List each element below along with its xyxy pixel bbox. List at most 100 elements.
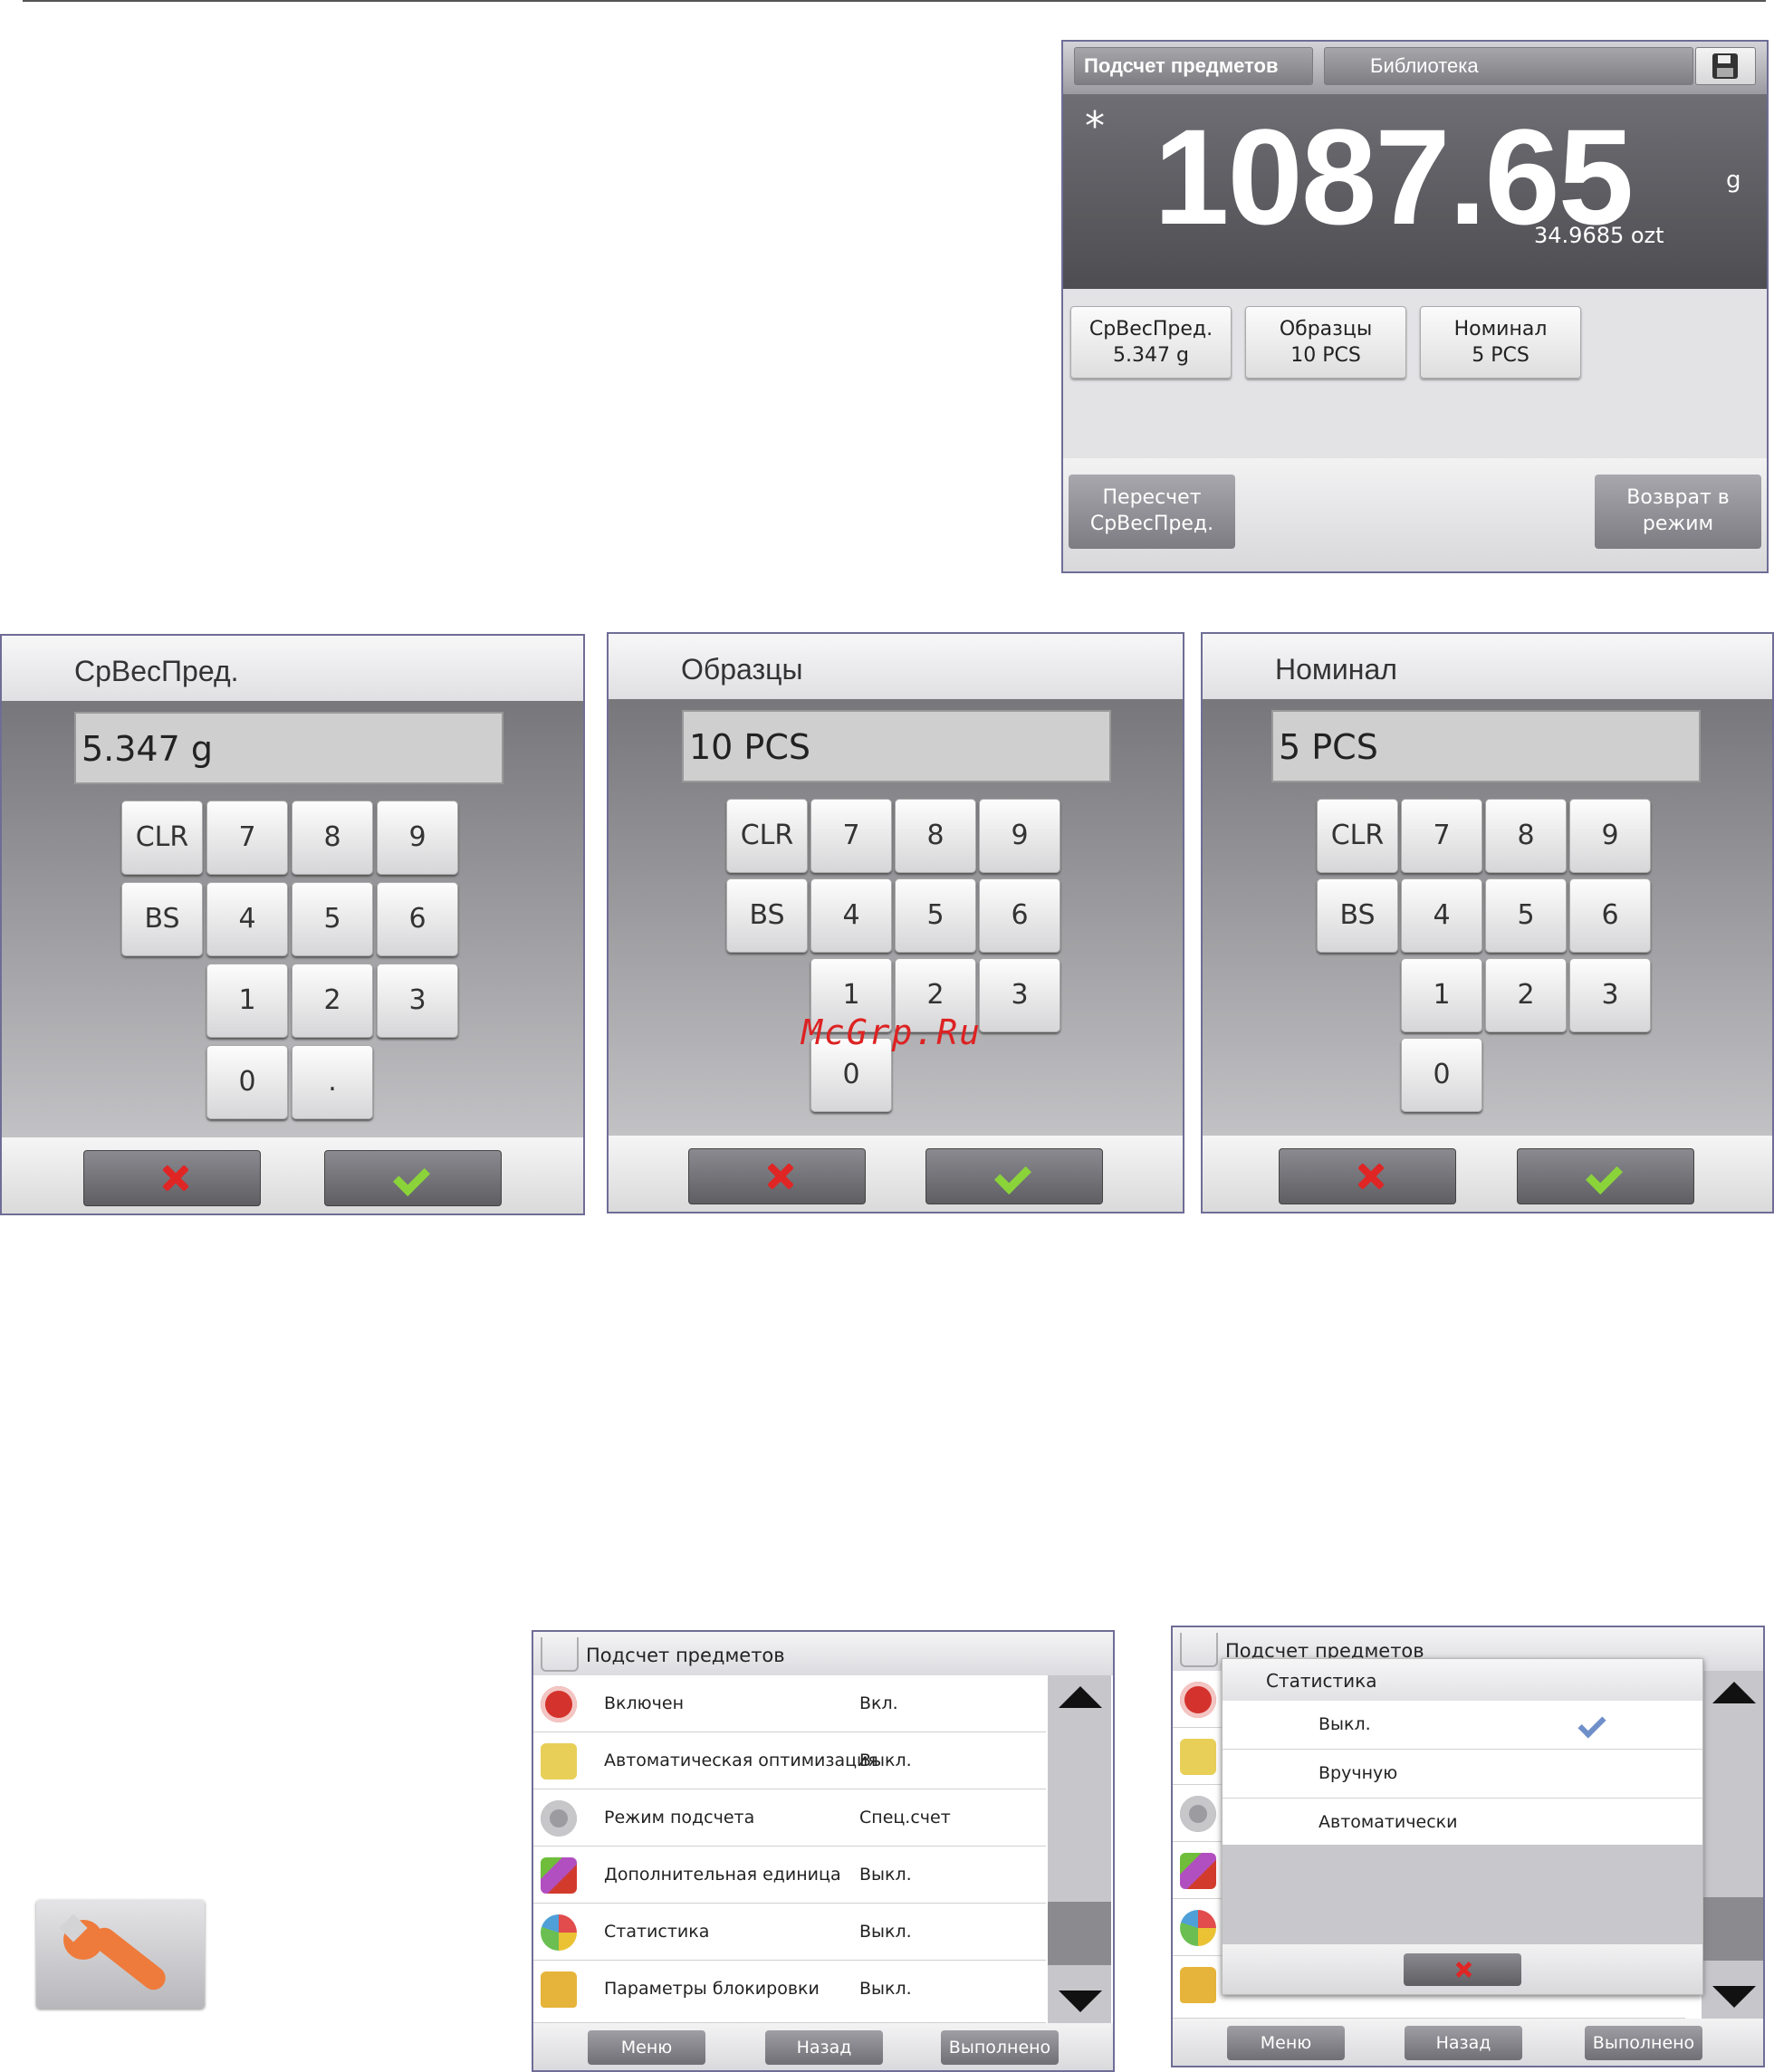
scroll-down-icon[interactable] [1059,1990,1102,2012]
checkmark-icon [993,1156,1032,1195]
apw-reference-button[interactable]: СрВесПред. 5.347 g [1070,306,1232,379]
key-bs[interactable]: BS [121,882,203,956]
menu-item-enabled[interactable]: Включен Вкл. [533,1675,1046,1732]
save-icon [1712,53,1738,79]
dialog-title: Номинал [1203,634,1772,699]
key-clr[interactable]: CLR [1317,799,1398,873]
confirm-button[interactable] [1517,1148,1694,1204]
key-clr[interactable]: CLR [726,799,808,873]
library-button[interactable]: Библиотека [1324,47,1693,85]
top-rule [23,0,1766,2]
return-to-mode-button[interactable]: Возврат в режим [1595,475,1761,549]
confirm-button[interactable] [324,1150,502,1206]
menu-item-statistics[interactable]: Статистика Выкл. [533,1904,1046,1961]
key-9[interactable]: 9 [979,799,1060,873]
menu-item-count-mode[interactable]: Режим подсчета Спец.счет предметов [533,1789,1046,1884]
key-8[interactable]: 8 [292,801,373,875]
samples-label: Образцы [1279,318,1373,341]
stability-indicator: * [1085,103,1105,149]
apw-label: СрВесПред. [1088,318,1213,341]
mode-button[interactable]: Подсчет предметов [1074,47,1313,85]
key-1[interactable]: 1 [1401,958,1482,1032]
done-button[interactable]: Выполнено [941,2030,1059,2065]
menu-item-extra-unit[interactable]: Дополнительная единица Выкл. [533,1847,1046,1904]
key-5[interactable]: 5 [1485,878,1567,953]
key-8[interactable]: 8 [895,799,976,873]
target-reference-button[interactable]: Номинал 5 PCS [1420,306,1581,379]
done-button[interactable]: Выполнено [1585,2026,1702,2060]
option-off[interactable]: Выкл. [1223,1701,1702,1750]
save-button[interactable] [1695,47,1756,85]
confirm-button[interactable] [925,1148,1103,1204]
option-automatic[interactable]: Автоматически [1223,1799,1702,1847]
key-5[interactable]: 5 [292,882,373,956]
menu-button[interactable]: Меню [1227,2026,1345,2060]
menu-button[interactable]: Меню [588,2030,705,2065]
gear-icon [1180,1796,1216,1832]
key-0[interactable]: 0 [1401,1038,1482,1112]
key-clr[interactable]: CLR [121,801,203,875]
key-bs[interactable]: BS [726,878,808,953]
cancel-button[interactable] [1279,1148,1456,1204]
key-7[interactable]: 7 [206,801,288,875]
key-5[interactable]: 5 [895,878,976,953]
target-label: Номинал [1453,318,1548,341]
key-3[interactable]: 3 [1569,958,1651,1032]
cancel-button[interactable] [688,1148,866,1204]
samples-reference-button[interactable]: Образцы 10 PCS [1245,306,1406,379]
key-3[interactable]: 3 [979,958,1060,1032]
cancel-button[interactable] [83,1150,261,1206]
popup-empty-area [1223,1845,1702,1944]
dialog-footer [609,1136,1183,1212]
dialog-footer [2,1137,583,1213]
statistics-icon [1180,1910,1216,1946]
units-icon [1180,1853,1216,1889]
key-9[interactable]: 9 [377,801,458,875]
cancel-button[interactable] [1404,1953,1521,1986]
scroll-thumb[interactable] [1048,1902,1111,1965]
key-2[interactable]: 2 [292,964,373,1038]
auto-icon [541,1743,577,1779]
key-6[interactable]: 6 [979,878,1060,953]
key-4[interactable]: 4 [206,882,288,956]
key-4[interactable]: 4 [1401,878,1482,953]
samples-value: 10 PCS [1290,344,1361,367]
scroll-up-icon[interactable] [1059,1686,1102,1708]
setup-button[interactable] [36,1900,205,2009]
key-9[interactable]: 9 [1569,799,1651,873]
key-2[interactable]: 2 [1485,958,1567,1032]
key-3[interactable]: 3 [377,964,458,1038]
value-field[interactable]: 5 PCS [1271,710,1701,782]
option-manual[interactable]: Вручную [1223,1750,1702,1799]
scrollbar[interactable] [1048,1675,1111,2023]
close-icon [1455,1962,1472,1978]
item-value: Выкл. [859,1979,912,1999]
scroll-thumb[interactable] [1702,1897,1763,1961]
key-7[interactable]: 7 [810,799,892,873]
back-button[interactable]: Назад [1405,2026,1522,2060]
value-field[interactable]: 5.347 g [74,712,503,784]
menu-footer: Меню Назад Выполнено [1173,2019,1763,2066]
key-0[interactable]: 0 [206,1045,288,1119]
scroll-up-icon[interactable] [1712,1682,1756,1703]
key-7[interactable]: 7 [1401,799,1482,873]
key-6[interactable]: 6 [1569,878,1651,953]
scrollbar[interactable] [1702,1671,1763,2019]
lock-icon [1180,1967,1216,2003]
key-6[interactable]: 6 [377,882,458,956]
back-button[interactable]: Назад [765,2030,883,2065]
menu-item-lock-settings[interactable]: Параметры блокировки Выкл. [533,1961,1046,2023]
value-field[interactable]: 10 PCS [682,710,1111,782]
item-label: Дополнительная единица [604,1865,841,1885]
key-bs[interactable]: BS [1317,878,1398,953]
menu-item-auto-optimization[interactable]: Автоматическая оптимизация Выкл. [533,1732,1046,1789]
key-8[interactable]: 8 [1485,799,1567,873]
key-4[interactable]: 4 [810,878,892,953]
recount-apw-button[interactable]: Пересчет СрВесПред. [1069,475,1235,549]
key-dot[interactable]: . [292,1045,373,1119]
key-1[interactable]: 1 [206,964,288,1038]
menu-footer: Меню Назад Выполнено [533,2023,1113,2070]
watermark: McGrp.Ru [801,1012,983,1052]
recount-line1: Пересчет [1102,486,1202,509]
scroll-down-icon[interactable] [1712,1986,1756,2008]
